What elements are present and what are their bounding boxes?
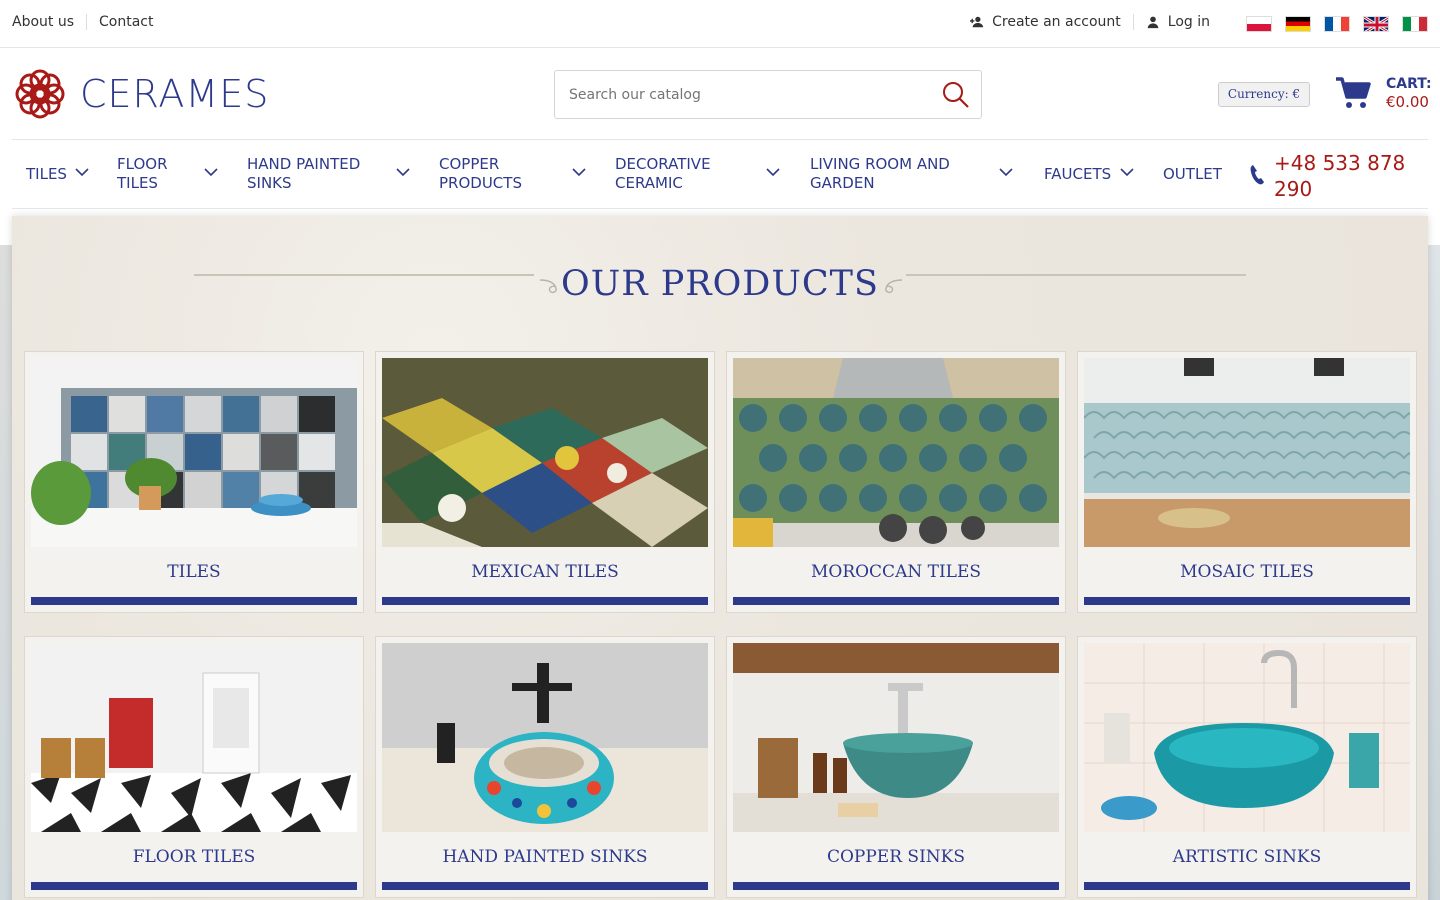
product-image [1084,358,1410,547]
nav-item-hand-painted-sinks[interactable]: HAND PAINTED SINKS [247,140,417,208]
product-label: TILES [167,562,221,582]
logo-icon [15,69,65,119]
decorative-strip [1428,245,1440,900]
search-icon[interactable] [941,80,971,110]
product-bar [382,882,708,890]
product-bar [733,597,1059,605]
product-image [382,643,708,832]
create-account-link[interactable]: Create an account [970,14,1121,30]
phone-icon [1250,165,1264,185]
phone-contact[interactable]: +48 533 878 290 [1250,150,1424,202]
nav-item-copper-products[interactable]: COPPER PRODUCTS [439,140,599,208]
search-box [554,70,982,119]
search-input[interactable] [555,71,915,118]
de-flag-icon[interactable] [1285,16,1311,32]
chevron-down-icon[interactable] [998,164,1014,180]
nav-item-living-room-garden[interactable]: LIVING ROOM AND GARDEN [810,140,1025,208]
product-card-tiles[interactable]: TILES [24,351,364,613]
top-links: About us Contact [12,14,153,30]
main-nav: TILES FLOOR TILES HAND PAINTED SINKS COP… [12,139,1428,209]
product-bar [1084,882,1410,890]
login-label: Log in [1167,14,1210,30]
currency-selector[interactable]: Currency: € [1218,82,1310,107]
chevron-down-icon[interactable] [395,164,411,180]
top-bar: About us Contact Create an account Log i… [0,0,1440,48]
product-label: COPPER SINKS [826,847,966,867]
about-us-link[interactable]: About us [12,14,74,30]
nav-label: HAND PAINTED SINKS [247,155,361,192]
decorative-strip [0,245,12,900]
product-card-copper-sinks[interactable]: COPPER SINKS [726,636,1066,898]
product-bar [382,597,708,605]
cart-button[interactable]: CART: €0.00 [1334,74,1432,112]
chevron-down-icon[interactable] [74,164,90,180]
product-label: MEXICAN TILES [471,562,619,582]
nav-label: DECORATIVE CERAMIC [615,155,711,192]
login-link[interactable]: Log in [1146,14,1210,30]
chevron-down-icon[interactable] [1119,164,1135,180]
create-account-label: Create an account [992,14,1121,30]
product-label: MOSAIC TILES [1180,562,1314,582]
product-label: ARTISTIC SINKS [1172,847,1322,867]
product-image [733,358,1059,547]
divider [86,14,88,30]
uk-flag-icon[interactable] [1363,16,1389,32]
product-bar [31,882,357,890]
cart-summary: CART: €0.00 [1386,75,1432,111]
phone-number: +48 533 878 290 [1274,151,1406,201]
product-card-floor-tiles[interactable]: FLOOR TILES [24,636,364,898]
logo[interactable]: CERAMES [12,66,269,122]
user-icon [1147,16,1159,29]
products-section: OUR PRODUCTS TILES MEXICAN TILES MOROCCA… [12,216,1428,900]
nav-item-floor-tiles[interactable]: FLOOR TILES [117,140,227,208]
contact-link[interactable]: Contact [99,14,153,30]
nav-label: FAUCETS [1044,164,1112,183]
product-image [31,643,357,832]
nav-item-outlet[interactable]: OUTLET [1163,140,1233,208]
chevron-down-icon[interactable] [571,164,587,180]
product-label: HAND PAINTED SINKS [442,847,648,867]
nav-item-tiles[interactable]: TILES [26,140,106,208]
product-card-mosaic-tiles[interactable]: MOSAIC TILES [1077,351,1417,613]
nav-label: OUTLET [1163,164,1222,183]
product-bar [31,597,357,605]
cart-amount: €0.00 [1386,93,1429,111]
fr-flag-icon[interactable] [1324,16,1350,32]
chevron-down-icon[interactable] [765,164,781,180]
account-links: Create an account Log in [970,14,1210,30]
product-card-mexican-tiles[interactable]: MEXICAN TILES [375,351,715,613]
product-image [382,358,708,547]
product-card-artistic-sinks[interactable]: ARTISTIC SINKS [1077,636,1417,898]
product-bar [1084,597,1410,605]
product-card-hand-painted-sinks[interactable]: HAND PAINTED SINKS [375,636,715,898]
nav-label: FLOOR TILES [117,155,168,192]
section-heading: OUR PRODUCTS [561,264,879,304]
product-image [733,643,1059,832]
brand-name: CERAMES [80,72,270,116]
nav-label: COPPER PRODUCTS [439,155,522,192]
nav-label: TILES [26,164,67,183]
language-flags [1246,16,1428,32]
cart-icon [1336,77,1371,108]
it-flag-icon[interactable] [1402,16,1428,32]
nav-item-faucets[interactable]: FAUCETS [1044,140,1144,208]
divider [1132,14,1134,30]
product-label: MOROCCAN TILES [810,562,982,582]
nav-label: LIVING ROOM AND GARDEN [810,155,950,192]
product-image [1084,643,1410,832]
nav-item-decorative-ceramic[interactable]: DECORATIVE CERAMIC [615,140,795,208]
cart-label: CART: [1386,76,1432,92]
product-label: FLOOR TILES [132,847,256,867]
product-image [31,358,357,547]
chevron-down-icon[interactable] [203,164,219,180]
product-bar [733,882,1059,890]
pl-flag-icon[interactable] [1246,16,1272,32]
product-card-moroccan-tiles[interactable]: MOROCCAN TILES [726,351,1066,613]
add-user-icon [970,16,984,28]
